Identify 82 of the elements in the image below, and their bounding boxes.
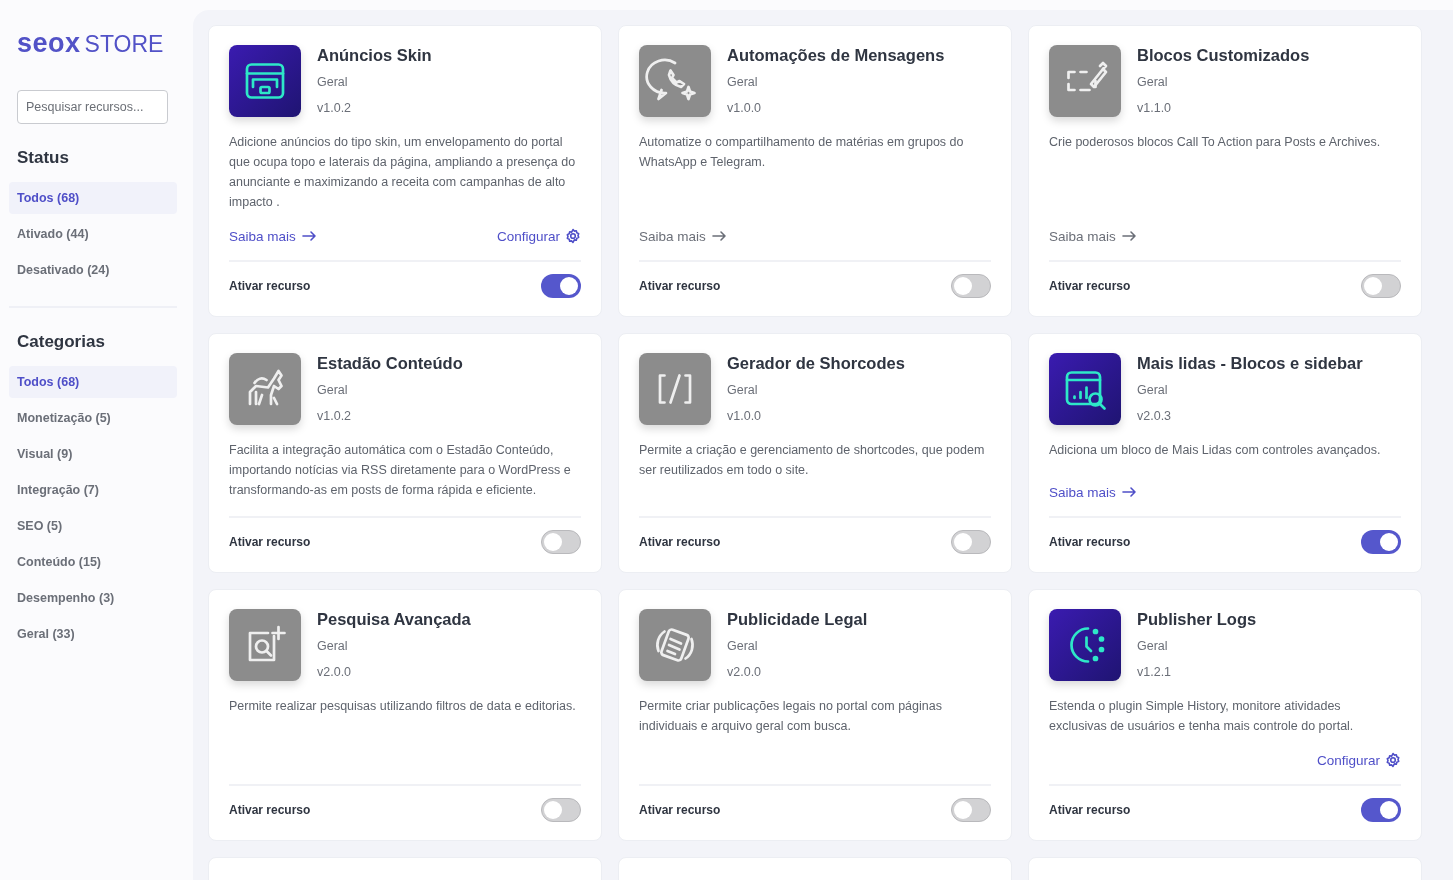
filter-item[interactable]: Todos (68) xyxy=(9,182,177,214)
logo-product: STORE xyxy=(84,31,164,58)
plugin-description: Crie poderosos blocos Call To Action para Posts e Archives. xyxy=(1049,134,1382,151)
filter-item[interactable]: Ativado (44) xyxy=(9,218,177,250)
learn-more-link[interactable]: Saiba mais xyxy=(1049,228,1137,244)
plugin-version: v1.0.0 xyxy=(727,100,763,117)
plugin-title: Pesquisa Avançada xyxy=(317,609,471,629)
plugin-title: Publisher Logs xyxy=(1137,609,1257,629)
filter-item[interactable]: Conteúdo (15) xyxy=(9,546,177,578)
plugin-title: Blocos Customizados xyxy=(1137,45,1310,65)
enable-toggle[interactable] xyxy=(541,798,581,822)
enable-toggle[interactable] xyxy=(1361,530,1401,554)
plugin-category: Geral xyxy=(317,638,349,655)
plugin-description: Adiciona um bloco de Mais Lidas com controles avançados. xyxy=(1049,442,1382,459)
toggle-label: Ativar recurso xyxy=(1049,279,1131,293)
plugin-category: Geral xyxy=(727,638,759,655)
toggle-label: Ativar recurso xyxy=(229,535,311,549)
enable-toggle[interactable] xyxy=(1361,274,1401,298)
filter-item[interactable]: Desempenho (3) xyxy=(9,582,177,614)
plugin-version: v2.0.0 xyxy=(317,664,353,681)
plugin-title: Estadão Conteúdo xyxy=(317,353,463,373)
arrow-right-icon xyxy=(300,228,317,244)
plugin-description: Facilita a integração automática com o Estadão Conteúdo, importando notícias via RSS diretamente para o WordPress e transformando-as em posts de forma rápida e eficiente. xyxy=(229,442,572,499)
filter-item[interactable]: Todos (68) xyxy=(9,366,177,398)
plugin-version: v2.0.3 xyxy=(1137,408,1173,425)
search-field[interactable]: Pesquisar recursos... xyxy=(17,90,168,124)
plugin-title: Gerador de Shorcodes xyxy=(727,353,905,373)
gear-icon xyxy=(565,228,581,244)
plugin-description: Automatize o compartilhamento de matérias em grupos do WhatsApp e Telegram. xyxy=(639,134,965,171)
plugin-description: Permite a criação e gerenciamento de shortcodes, que podem ser reutilizados em todo o site. xyxy=(639,442,986,479)
enable-toggle[interactable] xyxy=(541,530,581,554)
filter-heading: Categorias xyxy=(17,332,106,352)
plugin-category: Geral xyxy=(1137,74,1169,91)
enable-toggle[interactable] xyxy=(951,798,991,822)
learn-more-link[interactable]: Saiba mais xyxy=(229,228,317,244)
arrow-right-icon xyxy=(1120,228,1137,244)
toggle-label: Ativar recurso xyxy=(639,279,721,293)
plugin-title: Publicidade Legal xyxy=(727,609,868,629)
logo-brand: seox xyxy=(17,28,81,59)
configure-link[interactable]: Configurar xyxy=(496,228,581,244)
plugin-category: Geral xyxy=(317,74,349,91)
plugin-category: Geral xyxy=(727,382,759,399)
toggle-label: Ativar recurso xyxy=(1049,803,1131,817)
toggle-label: Ativar recurso xyxy=(229,279,311,293)
plugin-version: v1.0.0 xyxy=(727,408,763,425)
filter-item[interactable]: SEO (5) xyxy=(9,510,177,542)
enable-toggle[interactable] xyxy=(951,274,991,298)
plugin-title: Automações de Mensagens xyxy=(727,45,945,65)
filter-item[interactable]: Monetização (5) xyxy=(9,402,177,434)
arrow-right-icon xyxy=(710,228,727,244)
plugin-description: Permite realizar pesquisas utilizando filtros de data e editorias. xyxy=(229,698,577,715)
plugin-title: Mais lidas - Blocos e sidebar xyxy=(1137,353,1363,373)
plugin-description: Permite criar publicações legais no portal com páginas individuais e arquivo geral com busca. xyxy=(639,698,943,735)
arrow-right-icon xyxy=(1120,484,1137,500)
toggle-label: Ativar recurso xyxy=(229,803,311,817)
plugin-category: Geral xyxy=(317,382,349,399)
enable-toggle[interactable] xyxy=(951,530,991,554)
enable-toggle[interactable] xyxy=(541,274,581,298)
plugin-description: Adicione anúncios do tipo skin, um envelopamento do portal que ocupa topo e laterais da página, ampliando a presença do anunciante e maximizando a receita com campanhas de alto impacto . xyxy=(229,134,577,211)
gear-icon xyxy=(1385,752,1401,768)
toggle-label: Ativar recurso xyxy=(639,535,721,549)
plugin-category: Geral xyxy=(1137,638,1169,655)
plugin-version: v1.2.1 xyxy=(1137,664,1173,681)
learn-more-link[interactable]: Saiba mais xyxy=(639,228,727,244)
plugin-description: Estenda o plugin Simple History, monitore atividades exclusivas de usuários e tenha mais controle do portal. xyxy=(1049,698,1355,735)
plugin-version: v2.0.0 xyxy=(727,664,763,681)
plugin-version: v1.0.2 xyxy=(317,100,353,117)
learn-more-link[interactable]: Saiba mais xyxy=(1049,484,1137,500)
filter-item[interactable]: Geral (33) xyxy=(9,618,177,650)
plugin-category: Geral xyxy=(727,74,759,91)
plugin-version: v1.0.2 xyxy=(317,408,353,425)
toggle-label: Ativar recurso xyxy=(639,803,721,817)
plugin-version: v1.1.0 xyxy=(1137,100,1173,117)
enable-toggle[interactable] xyxy=(1361,798,1401,822)
filter-item[interactable]: Desativado (24) xyxy=(9,254,177,286)
filter-item[interactable]: Integração (7) xyxy=(9,474,177,506)
toggle-label: Ativar recurso xyxy=(1049,535,1131,549)
plugin-title: Anúncios Skin xyxy=(317,45,432,65)
filter-heading: Status xyxy=(17,148,70,168)
configure-link[interactable]: Configurar xyxy=(1316,752,1401,768)
plugin-category: Geral xyxy=(1137,382,1169,399)
filter-item[interactable]: Visual (9) xyxy=(9,438,177,470)
